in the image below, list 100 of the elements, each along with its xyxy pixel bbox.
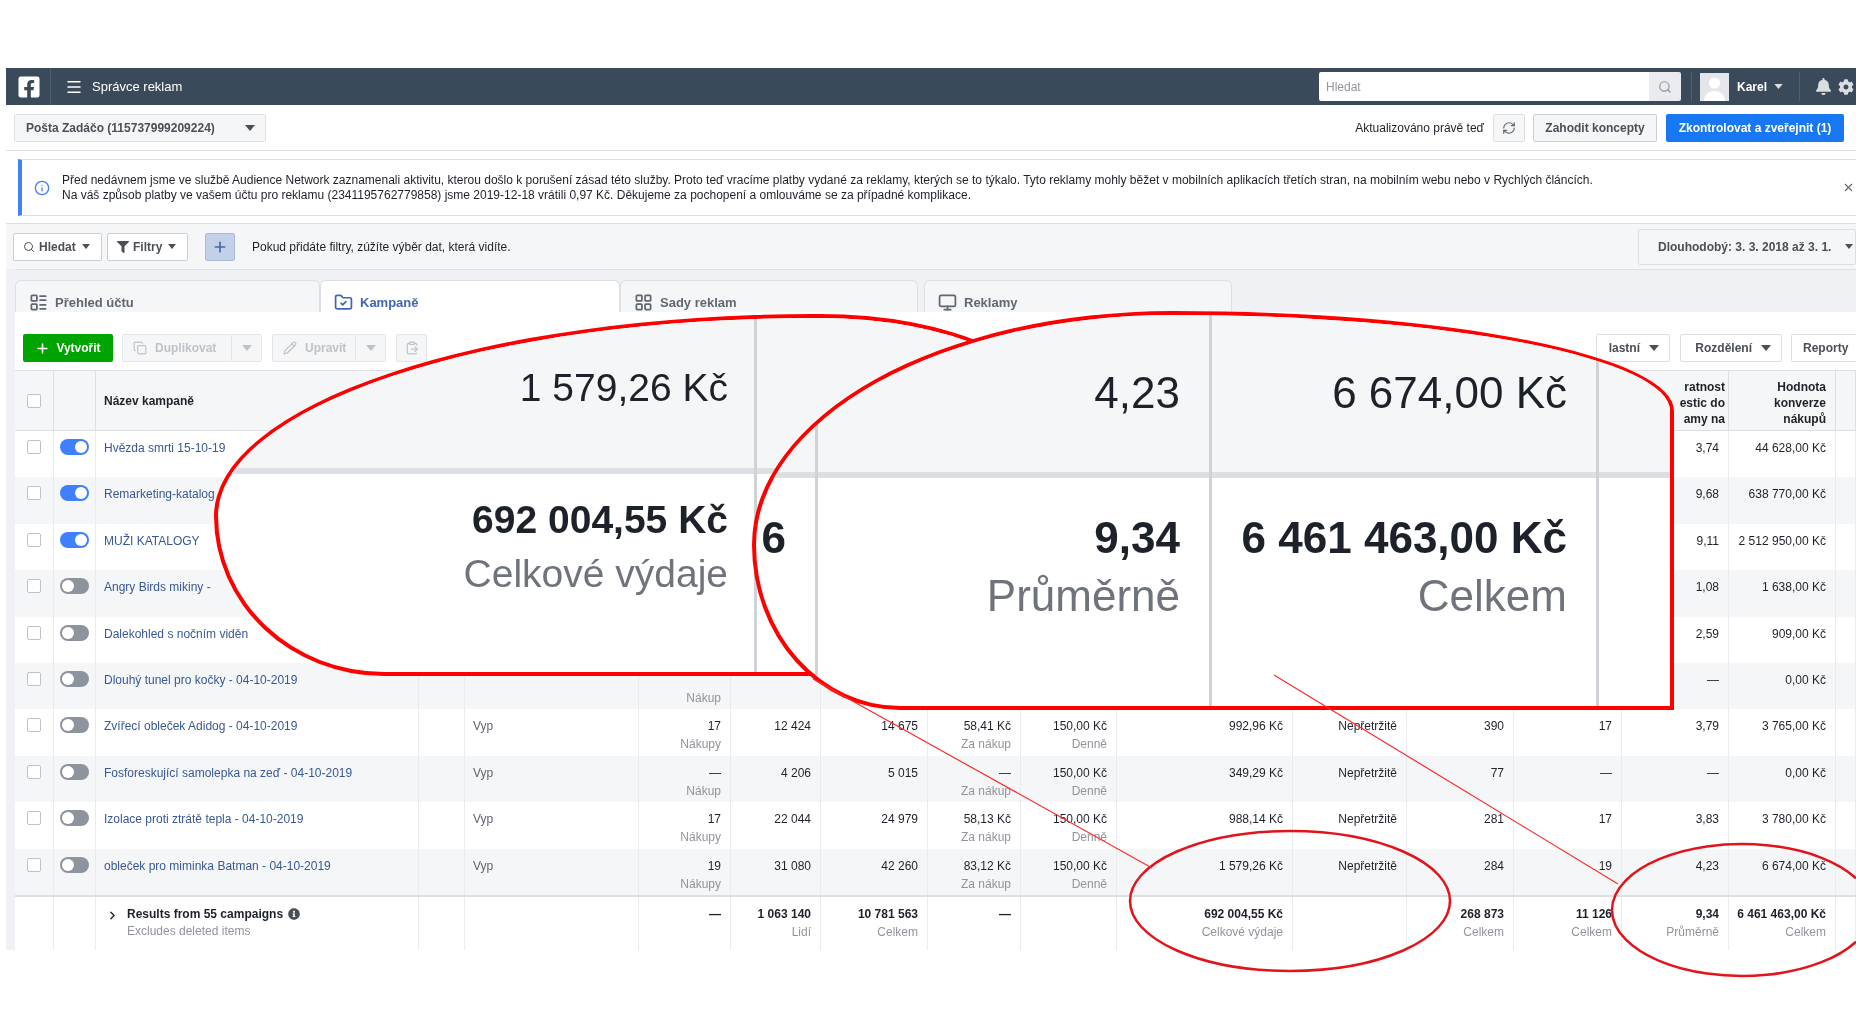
cell-value: 2 512 950,00 Kč xyxy=(1738,532,1826,550)
cell-value: 349,29 Kč xyxy=(1228,764,1283,782)
cell-value: 17 xyxy=(1598,811,1612,829)
dropdown-button[interactable] xyxy=(356,334,386,362)
cell-value: 58,13 Kč xyxy=(963,811,1011,829)
info-icon xyxy=(34,179,50,196)
cell-value: — xyxy=(1707,671,1719,689)
toggle-switch[interactable] xyxy=(60,670,89,687)
filter-button[interactable]: Filtry xyxy=(107,232,188,261)
checkbox[interactable] xyxy=(27,625,41,640)
campaign-link[interactable]: MUŽI KATALOGY xyxy=(104,531,200,550)
callout-caption: Celkem xyxy=(1417,574,1567,618)
cell-value: 4 206 xyxy=(780,764,811,782)
cell-value: 150,00 Kč xyxy=(1052,718,1107,736)
cell-value: Vyp xyxy=(473,718,494,736)
callout-value: 1 579,26 Kč xyxy=(519,368,728,407)
campaign-link[interactable]: Dlouhý tunel pro kočky - 04-10-2019 xyxy=(104,670,298,689)
cell-value: 638 770,00 Kč xyxy=(1748,486,1826,504)
callout-caption: Celkové výdaje xyxy=(463,554,728,593)
bell-icon[interactable] xyxy=(1815,78,1832,95)
cell-value: 31 080 xyxy=(774,857,811,875)
filter-button[interactable]: Hledat xyxy=(13,232,102,261)
checkbox[interactable] xyxy=(27,579,41,594)
cell-caption: Celkem xyxy=(1463,923,1504,941)
checkbox[interactable] xyxy=(27,532,41,547)
tab[interactable]: Reklamy xyxy=(924,280,1232,312)
caret-icon xyxy=(81,244,90,249)
cell-value: 150,00 Kč xyxy=(1052,857,1107,875)
add-filter-button[interactable] xyxy=(205,232,235,261)
settings-icon[interactable] xyxy=(1838,78,1854,95)
cell-value: 19 xyxy=(707,857,721,875)
toggle-switch[interactable] xyxy=(60,531,89,548)
dropdown-button[interactable] xyxy=(232,334,262,362)
search-field[interactable]: Hledat xyxy=(1318,72,1649,101)
checkbox[interactable] xyxy=(27,764,41,779)
caret-icon xyxy=(365,345,376,351)
toggle-switch[interactable] xyxy=(60,856,89,873)
cell-value: 992,96 Kč xyxy=(1228,718,1283,736)
toggle-switch[interactable] xyxy=(60,763,89,780)
toolbar-button[interactable]: Rozdělení xyxy=(1680,334,1782,362)
monitor-icon xyxy=(938,293,957,312)
checkbox[interactable] xyxy=(27,857,41,872)
column-header[interactable]: Název kampaně xyxy=(104,391,195,410)
callout-value: 4,23 xyxy=(1094,371,1180,415)
cell-value: 284 xyxy=(1483,857,1504,875)
cell-value: 14 675 xyxy=(881,718,918,736)
cell-caption: Lidí xyxy=(791,923,811,941)
campaign-link[interactable]: Izolace proti ztrátě tepla - 04-10-2019 xyxy=(104,810,304,829)
caret-icon xyxy=(245,124,255,131)
cell-value: 6 461 463,00 Kč xyxy=(1737,905,1826,923)
avatar-icon[interactable] xyxy=(1699,72,1729,101)
checkbox[interactable] xyxy=(27,440,41,454)
cell-caption: Nákupy xyxy=(680,875,721,893)
toggle-switch[interactable] xyxy=(60,624,89,641)
caret-icon xyxy=(1774,84,1783,89)
cell-value: 150,00 Kč xyxy=(1052,764,1107,782)
checkbox[interactable] xyxy=(27,486,41,501)
close-icon[interactable] xyxy=(1842,181,1855,194)
toggle-switch[interactable] xyxy=(60,810,89,827)
cell-caption: Denně xyxy=(1071,736,1107,754)
checkbox[interactable] xyxy=(27,811,41,826)
checkbox[interactable] xyxy=(27,718,41,733)
cell-value: 17 xyxy=(1598,718,1612,736)
info-icon[interactable] xyxy=(288,907,301,920)
cell-value: 44 628,00 Kč xyxy=(1755,440,1826,457)
tab[interactable]: Kampaně xyxy=(320,280,620,312)
toggle-switch[interactable] xyxy=(60,717,89,734)
callout-value: 6 xyxy=(761,516,786,560)
campaign-link[interactable]: Fosforeskující samolepka na zeď - 04-10-2019 xyxy=(104,763,353,782)
publish-button[interactable]: Zkontrolovat a zveřejnit (1) xyxy=(1666,113,1844,142)
campaign-link[interactable]: Remarketing-katalog xyxy=(104,485,215,504)
user-name[interactable]: Karel xyxy=(1736,77,1767,96)
search-button[interactable] xyxy=(1648,72,1681,101)
cell-value: 3 780,00 Kč xyxy=(1761,811,1826,829)
app-title: Správce reklam xyxy=(92,77,183,96)
checkbox[interactable] xyxy=(27,671,41,686)
cell-value: 4,23 xyxy=(1695,857,1719,875)
tab[interactable]: Sady reklam xyxy=(620,280,918,312)
campaign-link[interactable]: obleček pro miminka Batman - 04-10-2019 xyxy=(104,856,331,875)
secondary-button[interactable]: Zahodit koncepty xyxy=(1533,113,1657,142)
date-range-button[interactable]: Dlouhodobý: 3. 3. 2018 až 3. 1. xyxy=(1638,228,1856,265)
toolbar-button[interactable]: Reporty xyxy=(1791,334,1856,362)
toggle-switch[interactable] xyxy=(60,578,89,595)
logo-icon[interactable] xyxy=(17,74,41,99)
column-header[interactable]: Hodnota konverze nákupů xyxy=(1754,379,1826,427)
cell-value: 1 638,00 Kč xyxy=(1761,579,1826,597)
checkbox[interactable] xyxy=(27,393,41,408)
refresh-button[interactable] xyxy=(1493,113,1525,142)
account-dropdown[interactable]: Pošta Zadáčo (115737999209224) xyxy=(14,113,266,142)
toggle-switch[interactable] xyxy=(60,439,89,455)
tab[interactable]: Přehled účtu xyxy=(15,280,320,312)
campaign-link[interactable]: Angry Birds mikiny - xyxy=(104,578,211,597)
toggle-switch[interactable] xyxy=(60,485,89,502)
campaign-link[interactable]: Zvířecí obleček Adidog - 04-10-2019 xyxy=(104,717,298,736)
toolbar-button[interactable]: lastní xyxy=(1596,334,1670,362)
cell-caption: Celkem xyxy=(877,923,918,941)
grid-icon xyxy=(634,293,653,312)
callout-value: 6 674,00 Kč xyxy=(1332,371,1567,415)
cell-value: — xyxy=(1600,764,1612,782)
column-header[interactable]: ratnost estic do amy na xyxy=(1679,379,1725,427)
